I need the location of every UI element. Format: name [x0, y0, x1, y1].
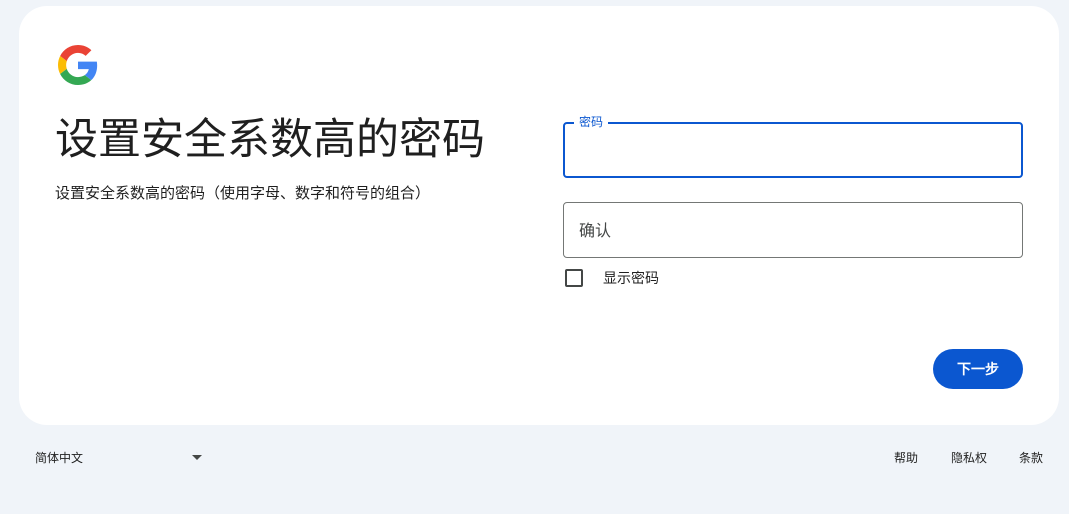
footer: 简体中文 帮助 隐私权 条款: [0, 440, 1069, 474]
show-password-checkbox[interactable]: [565, 269, 583, 287]
google-logo-icon: [58, 45, 98, 85]
signup-card: 设置安全系数高的密码 设置安全系数高的密码（使用字母、数字和符号的组合） 密码 …: [19, 6, 1059, 425]
privacy-link[interactable]: 隐私权: [951, 449, 987, 466]
page-title: 设置安全系数高的密码: [55, 115, 485, 165]
password-input[interactable]: [565, 124, 1021, 176]
show-password-row[interactable]: 显示密码: [565, 268, 659, 288]
password-field: 密码: [563, 115, 1023, 178]
language-select[interactable]: 简体中文: [25, 440, 215, 474]
help-link[interactable]: 帮助: [894, 449, 918, 466]
confirm-password-input[interactable]: [564, 203, 1022, 257]
page-subtitle: 设置安全系数高的密码（使用字母、数字和符号的组合）: [55, 184, 431, 202]
language-label: 简体中文: [35, 450, 84, 465]
password-label: 密码: [574, 115, 609, 129]
terms-link[interactable]: 条款: [1019, 449, 1043, 466]
confirm-field: [563, 202, 1023, 258]
show-password-label[interactable]: 显示密码: [603, 268, 659, 288]
dropdown-arrow-icon: [192, 455, 202, 460]
next-button[interactable]: 下一步: [933, 349, 1023, 389]
